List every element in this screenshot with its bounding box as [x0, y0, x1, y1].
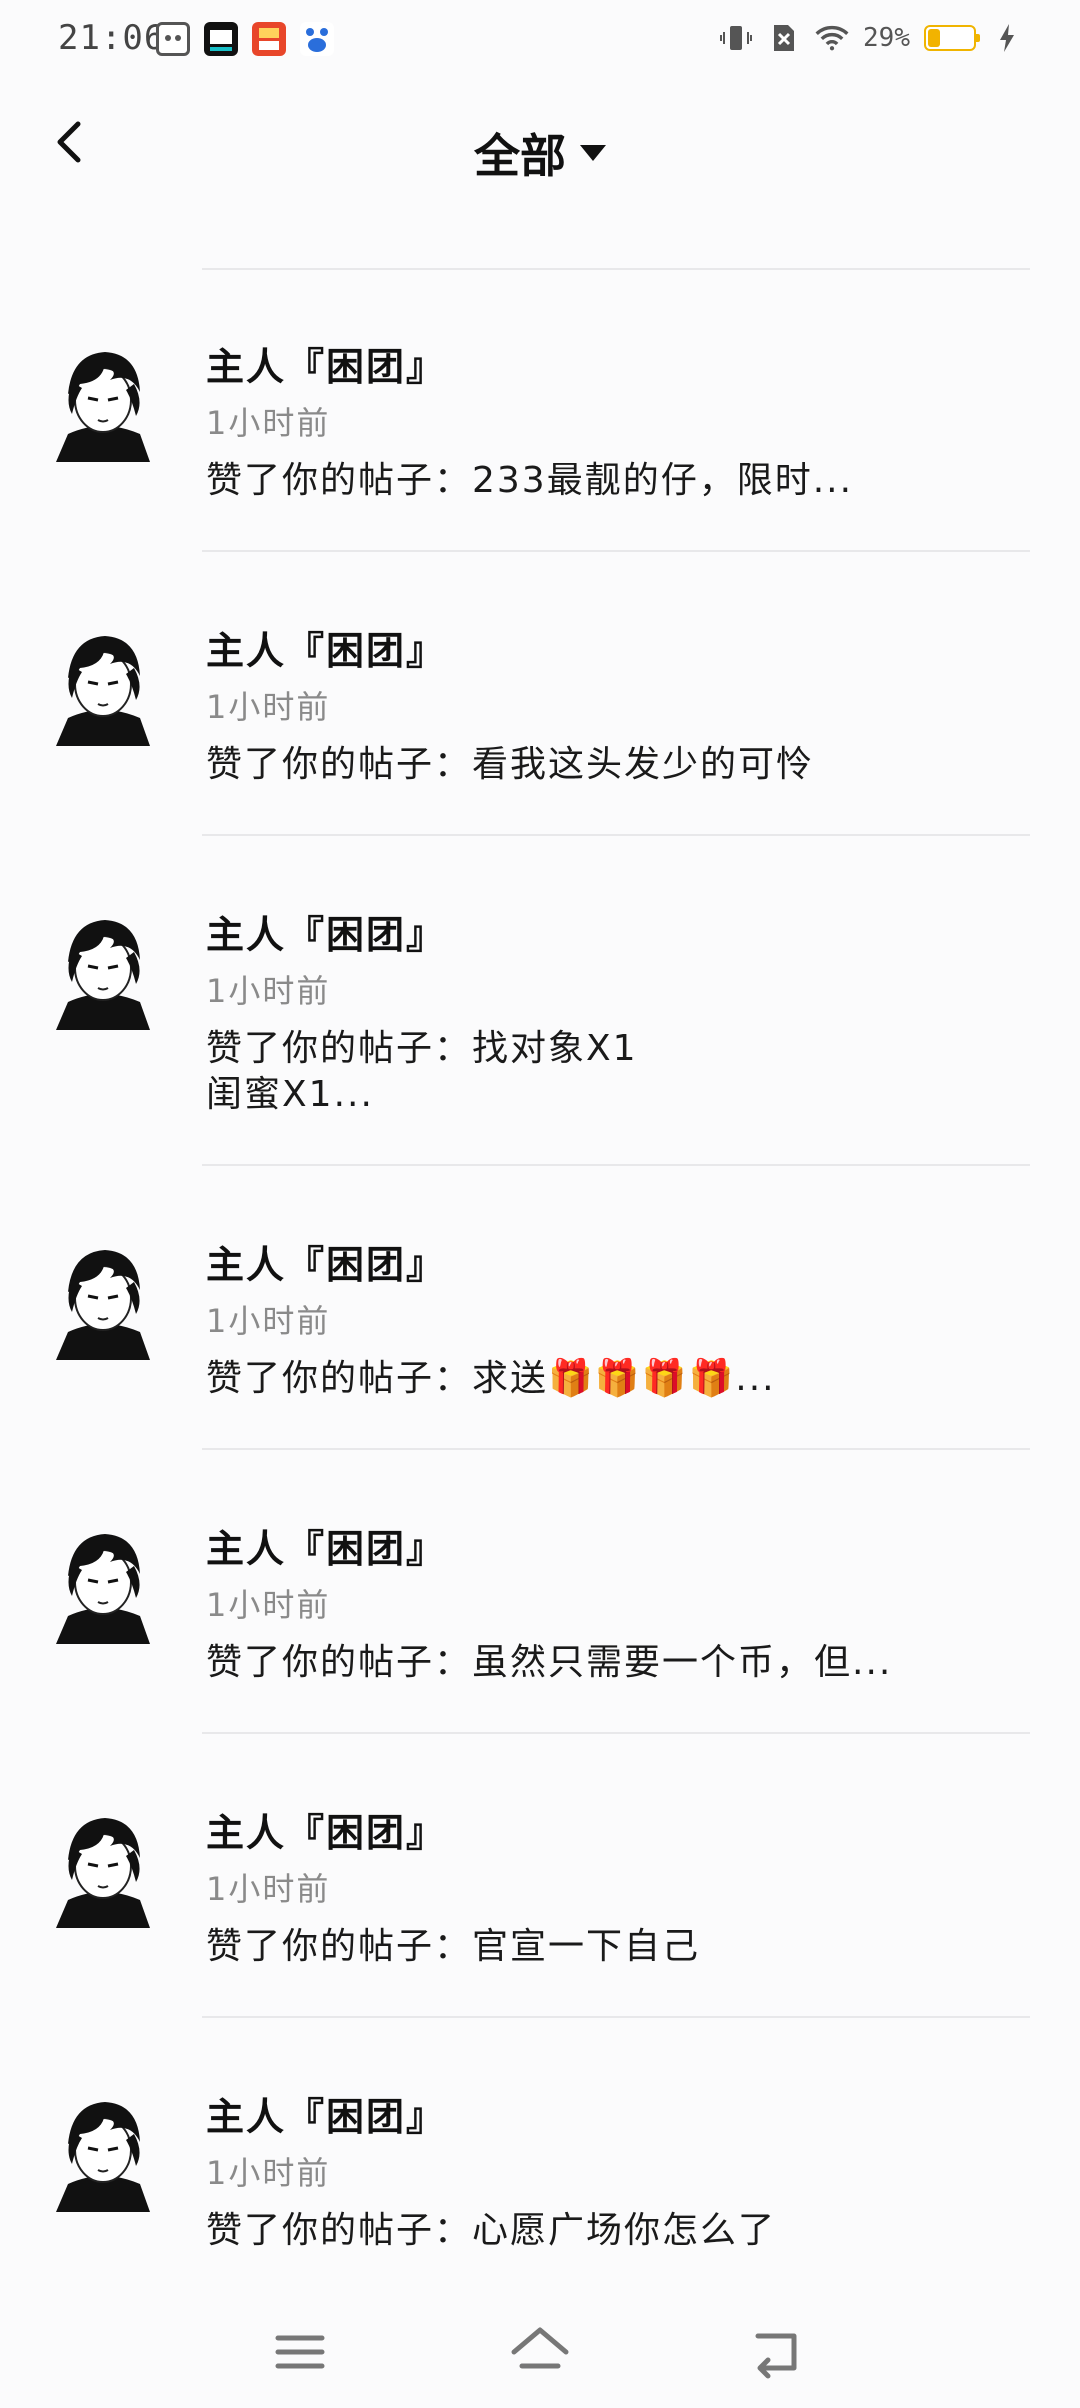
item-time: 1小时前	[206, 2154, 331, 2192]
item-content: 赞了你的帖子：官宣一下自己	[206, 1926, 701, 1967]
charging-icon	[990, 20, 1024, 56]
top-bar: 全部	[0, 84, 1080, 226]
list-item[interactable]: 主人『困团』 1小时前 赞了你的帖子：看我这头发少的可怜	[0, 552, 1080, 836]
no-sim-icon	[767, 20, 801, 56]
item-username: 主人『困团』	[206, 1811, 447, 1855]
list-item[interactable]: 主人『困团』 1小时前 赞了你的帖子：心愿广场你怎么了	[0, 2018, 1080, 2302]
wifi-icon	[815, 20, 849, 56]
item-username: 主人『困团』	[206, 629, 447, 673]
notification-list: 主人『困团』 1小时前 赞了你的帖子：233最靓的仔，限时... 主人『困团』 …	[0, 268, 1080, 2302]
item-time: 1小时前	[206, 1870, 331, 1908]
status-time: 21:06	[58, 18, 166, 58]
status-app-icons	[156, 22, 334, 56]
battery-fill	[928, 29, 941, 47]
avatar[interactable]	[50, 1524, 156, 1644]
menu-icon	[275, 2335, 325, 2369]
item-username: 主人『困团』	[206, 1527, 447, 1571]
item-content: 赞了你的帖子：心愿广场你怎么了	[206, 2210, 777, 2251]
item-username: 主人『困团』	[206, 1243, 447, 1287]
item-content: 赞了你的帖子：233最靓的仔，限时...	[206, 460, 854, 501]
avatar[interactable]	[50, 2092, 156, 2212]
list-item[interactable]: 主人『困团』 1小时前 赞了你的帖子：求送🎁🎁🎁🎁...	[0, 1166, 1080, 1450]
item-content: 赞了你的帖子：求送🎁🎁🎁🎁...	[206, 1358, 776, 1399]
list-item[interactable]: 主人『困团』 1小时前 赞了你的帖子：虽然只需要一个币，但...	[0, 1450, 1080, 1734]
avatar[interactable]	[50, 342, 156, 462]
avatar[interactable]	[50, 626, 156, 746]
robot-app-icon	[156, 22, 190, 56]
item-content: 赞了你的帖子：虽然只需要一个币，但...	[206, 1642, 893, 1683]
home-icon	[511, 2327, 569, 2369]
status-right: 29%	[719, 20, 1024, 56]
menu-button[interactable]	[270, 2322, 330, 2382]
notifications-page: 21:06 29% 全部 主人『困团』 1小时前 赞了你的帖子：233最靓的仔，…	[0, 0, 1080, 2408]
avatar[interactable]	[50, 1808, 156, 1928]
item-time: 1小时前	[206, 1586, 331, 1624]
baidu-app-icon	[300, 22, 334, 56]
return-icon	[755, 2333, 797, 2379]
system-nav-bar	[0, 2298, 1080, 2408]
item-username: 主人『困团』	[206, 345, 447, 389]
status-bar: 21:06 29%	[0, 0, 1080, 84]
list-item[interactable]: 主人『困团』 1小时前 赞了你的帖子：找对象X1 闺蜜X1...	[0, 836, 1080, 1166]
avatar[interactable]	[50, 910, 156, 1030]
list-item[interactable]: 主人『困团』 1小时前 赞了你的帖子：官宣一下自己	[0, 1734, 1080, 2018]
battery-percent: 29%	[863, 23, 910, 53]
battery-icon	[924, 25, 980, 51]
item-content: 赞了你的帖子：找对象X1 闺蜜X1...	[206, 1028, 638, 1115]
avatar[interactable]	[50, 1240, 156, 1360]
item-time: 1小时前	[206, 972, 331, 1010]
item-time: 1小时前	[206, 404, 331, 442]
item-time: 1小时前	[206, 688, 331, 726]
vibrate-icon	[719, 20, 753, 56]
system-back-button[interactable]	[748, 2322, 808, 2382]
caret-down-icon	[580, 145, 606, 161]
home-button[interactable]	[508, 2322, 569, 2382]
item-content: 赞了你的帖子：看我这头发少的可怜	[206, 744, 815, 785]
shopping-app-icon	[204, 22, 238, 56]
filter-dropdown[interactable]: 全部	[0, 120, 1080, 186]
list-item[interactable]: 主人『困团』 1小时前 赞了你的帖子：233最靓的仔，限时...	[0, 268, 1080, 552]
item-time: 1小时前	[206, 1302, 331, 1340]
page-title: 全部	[474, 129, 566, 183]
orange-app-icon	[252, 22, 286, 56]
item-username: 主人『困团』	[206, 913, 447, 957]
item-username: 主人『困团』	[206, 2095, 447, 2139]
